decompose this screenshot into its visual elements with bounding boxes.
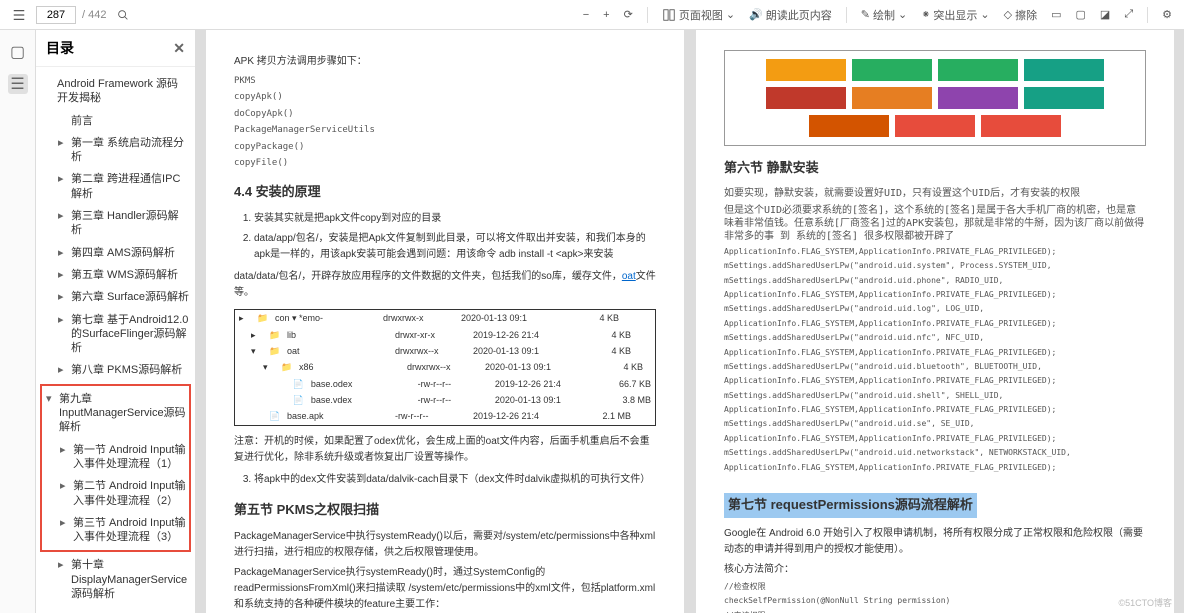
draw-button[interactable]: ✎ 绘制 ⌄ [857,5,911,25]
zoom-out-icon[interactable]: − [579,7,593,23]
outline-item[interactable]: ▸第二节 Android Input输入事件处理流程（2） [42,475,189,512]
read-aloud-button[interactable]: 🔊 朗读此页内容 [745,5,836,25]
page-right: 第六节 静默安装 如要实现，静默安装，就需要设置好UID，只有设置这个UID后，… [696,30,1174,613]
outline-item[interactable]: 前言 [40,110,191,132]
outline-item[interactable]: ▸第一节 Android Input输入事件处理流程（1） [42,439,189,476]
page-view-button[interactable]: 页面视图 ⌄ [658,5,739,25]
tool-icon-3[interactable]: ◪ [1096,6,1114,23]
watermark: ©51CTO博客 [1119,596,1172,609]
diagram-boxes [724,50,1146,146]
outline-item[interactable]: ▸第四章 AMS源码解析 [40,242,191,264]
toolbar: / 442 − + ⟳ 页面视图 ⌄ 🔊 朗读此页内容 ✎ 绘制 ⌄ ⁕ 突出显… [0,0,1184,30]
outline-item[interactable]: ▸第一章 系统启动流程分析 [40,132,191,169]
close-icon[interactable]: ✕ [173,40,185,57]
menu-icon[interactable] [8,6,30,24]
settings-icon[interactable]: ⚙ [1158,6,1176,23]
outline-item[interactable]: ▸第二章 跨进程通信IPC解析 [40,168,191,205]
outline-tree[interactable]: Android Framework 源码开发揭秘前言▸第一章 系统启动流程分析▸… [36,67,195,613]
sidebar-title: 目录 [46,38,74,58]
outline-item[interactable]: ▸第六章 Surface源码解析 [40,286,191,308]
outline-item[interactable]: ▸第三章 Handler源码解析 [40,205,191,242]
outline-item[interactable]: ▸第三节 Android Input输入事件处理流程（3） [42,512,189,549]
outline-item[interactable]: ▸第五章 WMS源码解析 [40,264,191,286]
heading-4-4: 4.4 安装的原理 [234,182,656,203]
rotate-icon[interactable]: ⟳ [620,6,637,23]
heading-section-7: 第七节 requestPermissions源码流程解析 [724,493,977,518]
left-rail: ▢ ☰ [0,30,36,613]
outline-item[interactable]: ▸第十章 DisplayManagerService源码解析 [40,554,191,605]
search-icon[interactable] [112,6,134,24]
outline-item[interactable]: ▸第八章 PKMS源码解析 [40,359,191,381]
page-number-input[interactable] [36,6,76,24]
tool-icon-1[interactable]: ▭ [1047,6,1065,23]
erase-button[interactable]: ◇ 擦除 [1000,5,1041,25]
tool-icon-2[interactable]: ▢ [1072,6,1090,23]
outline-sidebar: 目录 ✕ Android Framework 源码开发揭秘前言▸第一章 系统启动… [36,30,196,613]
zoom-in-icon[interactable]: + [599,7,613,23]
outline-item[interactable]: ▸第七章 基于Android12.0的SurfaceFlinger源码解析 [40,309,191,360]
heading-section-5: 第五节 PKMS之权限扫描 [234,500,656,521]
bookmark-icon[interactable]: ▢ [8,42,28,62]
outline-item[interactable]: ▾第九章 InputManagerService源码解析 [42,388,189,439]
oat-link[interactable]: oat [622,271,636,282]
expand-icon[interactable]: ⤢ [1120,6,1137,23]
file-listing-table: ▸📁con ▾ *emo-drwxrwx-x2020-01-13 09:14 K… [234,309,656,426]
heading-section-6: 第六节 静默安装 [724,158,1146,179]
document-view[interactable]: APK 拷贝方法调用步骤如下： PKMS copyApk() doCopyApk… [196,30,1184,613]
page-total: / 442 [82,9,106,21]
page-left: APK 拷贝方法调用步骤如下： PKMS copyApk() doCopyApk… [206,30,684,613]
outline-item[interactable]: Android Framework 源码开发揭秘 [40,73,191,110]
highlight-button[interactable]: ⁕ 突出显示 ⌄ [917,5,993,25]
outline-icon[interactable]: ☰ [8,74,28,94]
